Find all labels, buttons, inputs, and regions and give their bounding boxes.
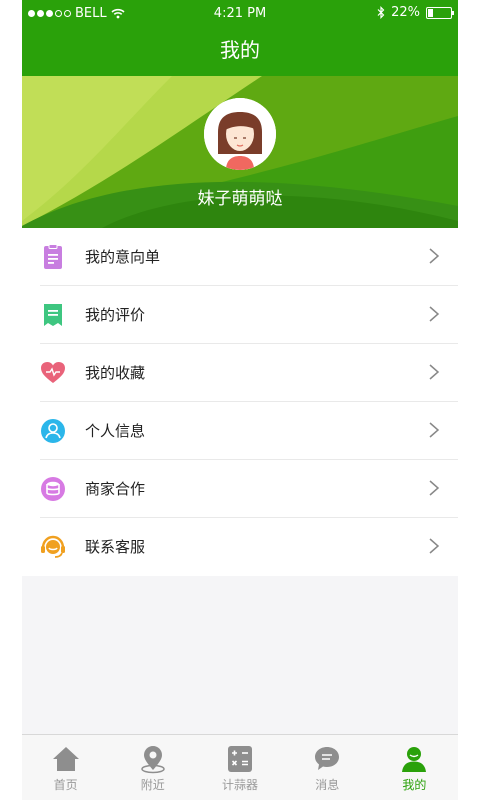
user-icon: [402, 747, 427, 772]
app-screen: BELL 4:21 PM 22% 我的 妹子萌萌哒 我的意向单 我的评价 我的收…: [22, 0, 458, 800]
tab-messages[interactable]: 消息: [284, 735, 371, 800]
bluetooth-icon: [377, 6, 385, 19]
profile-menu: 我的意向单 我的评价 我的收藏 个人信息 商家合作 联系客服: [22, 228, 458, 576]
chevron-right-icon: [429, 422, 440, 438]
menu-label: 我的意向单: [85, 248, 161, 266]
battery-fill: [428, 8, 433, 17]
menu-label: 我的收藏: [85, 364, 146, 382]
menu-label: 个人信息: [85, 422, 146, 440]
status-bar: BELL 4:21 PM 22%: [22, 0, 458, 28]
profile-banner: 妹子萌萌哒: [22, 76, 458, 228]
menu-label: 我的评价: [85, 306, 146, 324]
database-icon: [41, 477, 65, 501]
menu-item-my-reviews[interactable]: 我的评价: [22, 286, 458, 344]
battery-icon: [426, 6, 454, 19]
chevron-right-icon: [429, 538, 440, 554]
tab-label: 我的: [402, 778, 427, 792]
tab-label: 消息: [315, 778, 340, 792]
page-title: 我的: [22, 28, 458, 76]
message-icon: [315, 747, 340, 770]
tab-label: 首页: [53, 778, 78, 792]
menu-label: 商家合作: [85, 480, 146, 498]
menu-item-customer-service[interactable]: 联系客服: [22, 518, 458, 576]
tab-label: 计蒜器: [222, 778, 259, 792]
location-pin-icon: [141, 746, 165, 774]
avatar-girl-icon: [204, 98, 276, 170]
menu-item-personal-info[interactable]: 个人信息: [22, 402, 458, 460]
heart-icon: [41, 362, 65, 383]
menu-item-favorites[interactable]: 我的收藏: [22, 344, 458, 402]
chevron-right-icon: [429, 248, 440, 264]
review-icon: [44, 304, 62, 326]
tab-profile[interactable]: 我的: [371, 735, 458, 800]
menu-label: 联系客服: [85, 538, 146, 556]
home-icon: [52, 747, 79, 771]
chevron-right-icon: [429, 364, 440, 380]
avatar[interactable]: [204, 98, 276, 170]
tab-home[interactable]: 首页: [22, 735, 109, 800]
menu-item-intention-list[interactable]: 我的意向单: [22, 228, 458, 286]
tab-nearby[interactable]: 附近: [109, 735, 196, 800]
tab-calculator[interactable]: 计蒜器: [196, 735, 283, 800]
clipboard-icon: [44, 244, 62, 269]
chevron-right-icon: [429, 306, 440, 322]
menu-item-merchant-cooperation[interactable]: 商家合作: [22, 460, 458, 518]
calculator-icon: [228, 746, 252, 772]
tab-label: 附近: [140, 778, 165, 792]
username: 妹子萌萌哒: [197, 189, 283, 209]
tab-bar: 首页 附近 计蒜器 消息 我的: [22, 734, 458, 800]
status-right: 22%: [377, 5, 454, 20]
headset-icon: [41, 535, 65, 558]
person-icon: [41, 419, 65, 443]
chevron-right-icon: [429, 480, 440, 496]
battery-percent: 22%: [391, 5, 420, 20]
